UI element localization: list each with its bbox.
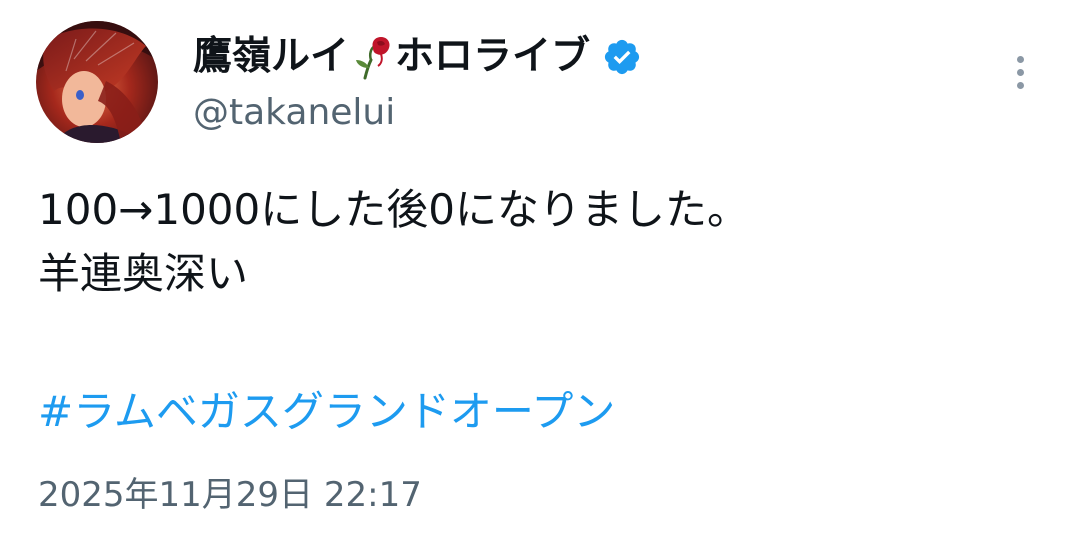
wilted-rose-icon — [351, 34, 393, 80]
user-handle[interactable]: @takanelui — [193, 90, 395, 136]
display-name-text: 鷹嶺ルイ — [193, 34, 350, 79]
tweet-card: 鷹嶺ルイ ホロライブ @takanelui 100→1000にした後0になりまし — [0, 0, 1080, 535]
avatar-image — [36, 21, 158, 143]
tweet-text-line: 羊連奥深い — [38, 249, 249, 298]
verified-badge-icon — [602, 37, 642, 77]
more-vertical-icon-dot — [1016, 68, 1024, 76]
tweet-text: 100→1000にした後0になりました。 羊連奥深い — [38, 178, 1048, 306]
more-vertical-icon — [1016, 55, 1024, 63]
display-name-suffix: ホロライブ — [395, 34, 591, 79]
avatar[interactable] — [36, 21, 158, 143]
more-options-button[interactable] — [1004, 46, 1036, 98]
tweet-text-line: 100→1000にした後0になりました。 — [38, 185, 749, 234]
hashtag-link[interactable]: #ラムベガスグランドオープン — [38, 380, 615, 444]
tweet-timestamp[interactable]: 2025年11月29日 22:17 — [38, 470, 422, 520]
display-name[interactable]: 鷹嶺ルイ ホロライブ — [193, 31, 642, 83]
more-vertical-icon-dot — [1016, 81, 1024, 89]
